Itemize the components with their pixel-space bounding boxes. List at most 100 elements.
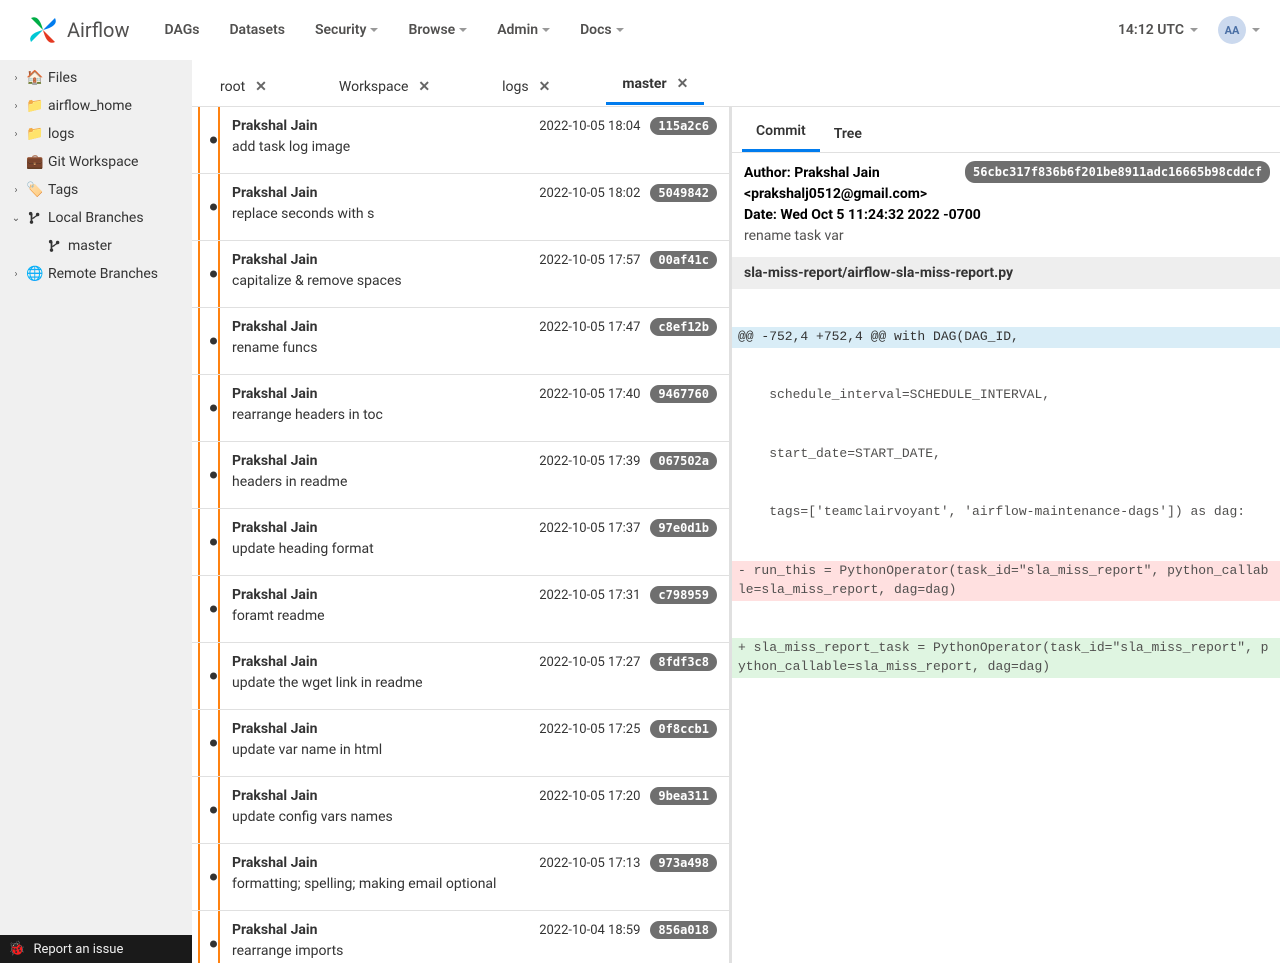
- commit-author: Prakshal Jain: [232, 386, 529, 402]
- commit-message: add task log image: [232, 139, 717, 155]
- diff-line-added: + sla_miss_report_task = PythonOperator(…: [732, 638, 1280, 678]
- commit-message: replace seconds with s: [232, 206, 717, 222]
- commit-message: rearrange imports: [232, 943, 717, 959]
- commit-hash-badge: 0f8ccb1: [650, 720, 717, 738]
- top-navbar: Airflow DAGs Datasets Security Browse Ad…: [0, 0, 1280, 60]
- commit-graph-gutter: [192, 442, 232, 508]
- commit-author: Prakshal Jain: [232, 319, 529, 335]
- diff-hunk-header: @@ -752,4 +752,4 @@ with DAG(DAG_ID,: [732, 327, 1280, 348]
- report-issue-button[interactable]: 🐞 Report an issue: [0, 935, 192, 963]
- caret-down-icon: [1190, 28, 1198, 32]
- nav-admin[interactable]: Admin: [497, 22, 550, 38]
- commit-hash-badge: c798959: [650, 586, 717, 604]
- commit-graph-gutter: [192, 844, 232, 910]
- nav-browse[interactable]: Browse: [408, 22, 467, 38]
- breadcrumb-tab-master[interactable]: master ✕: [606, 64, 704, 105]
- globe-icon: 🌐: [26, 266, 44, 282]
- commit-row[interactable]: Prakshal Jain2022-10-05 17:13973a498form…: [192, 844, 729, 911]
- server-time[interactable]: 14:12 UTC: [1118, 22, 1198, 38]
- sidebar-item-label: Remote Branches: [48, 266, 158, 282]
- diff-file-header[interactable]: sla-miss-report/airflow-sla-miss-report.…: [732, 257, 1280, 289]
- commit-metadata: 56cbc317f836b6f201be8911adc16665b98cddcf…: [732, 153, 1280, 257]
- nav-security[interactable]: Security: [315, 22, 379, 38]
- commit-row[interactable]: Prakshal Jain2022-10-05 18:025049842repl…: [192, 174, 729, 241]
- commit-date: 2022-10-04 18:59: [539, 923, 640, 938]
- commit-message: foramt readme: [232, 608, 717, 624]
- sidebar-item-airflow-home[interactable]: › 📁 airflow_home: [0, 92, 192, 120]
- sidebar-item-git-workspace[interactable]: 💼 Git Workspace: [0, 148, 192, 176]
- commit-author: Prakshal Jain: [232, 922, 529, 938]
- branch-icon: [46, 239, 64, 253]
- diff-line-context: start_date=START_DATE,: [732, 444, 1280, 465]
- commit-node-icon: [210, 740, 217, 747]
- commit-row[interactable]: Prakshal Jain2022-10-05 17:278fdf3c8upda…: [192, 643, 729, 710]
- folder-icon: 📁: [26, 126, 44, 142]
- diff-tab-commit[interactable]: Commit: [742, 111, 820, 152]
- commit-row[interactable]: Prakshal Jain2022-10-05 18:04115a2c6add …: [192, 107, 729, 174]
- diff-tabs: Commit Tree: [732, 107, 1280, 153]
- close-icon[interactable]: ✕: [677, 76, 689, 92]
- nav-dags[interactable]: DAGs: [164, 22, 199, 38]
- close-icon[interactable]: ✕: [418, 79, 430, 95]
- commit-author: Prakshal Jain: [232, 520, 529, 536]
- commit-hash-badge: 8fdf3c8: [650, 653, 717, 671]
- commit-row[interactable]: Prakshal Jain2022-10-05 17:5700af41ccapi…: [192, 241, 729, 308]
- commit-message: update heading format: [232, 541, 717, 557]
- nav-datasets[interactable]: Datasets: [229, 22, 285, 38]
- commit-hash-badge: 856a018: [650, 921, 717, 939]
- sidebar-item-label: master: [68, 238, 112, 254]
- sidebar-item-tags[interactable]: › 🏷️ Tags: [0, 176, 192, 204]
- brand-logo[interactable]: Airflow: [25, 12, 129, 48]
- commit-graph-gutter: [192, 643, 232, 709]
- commit-graph-gutter: [192, 174, 232, 240]
- close-icon[interactable]: ✕: [255, 79, 267, 95]
- commit-message: rename task var: [744, 226, 1268, 247]
- bug-icon: 🐞: [8, 941, 25, 957]
- commit-row[interactable]: Prakshal Jain2022-10-05 17:409467760rear…: [192, 375, 729, 442]
- commit-row[interactable]: Prakshal Jain 2022-10-05 17:37 97e0d1b upda…: [192, 509, 729, 576]
- commit-hash-badge: 97e0d1b: [650, 519, 717, 537]
- tab-label: logs: [502, 79, 528, 95]
- commit-hash-badge: 5049842: [650, 184, 717, 202]
- breadcrumb-tab-workspace[interactable]: Workspace ✕: [323, 67, 446, 105]
- chevron-down-icon: ⌄: [10, 213, 22, 224]
- commit-row[interactable]: Prakshal Jain2022-10-05 17:31c798959fora…: [192, 576, 729, 643]
- commit-graph-gutter: [192, 241, 232, 307]
- breadcrumb-tab-root[interactable]: root ✕: [204, 67, 283, 105]
- commit-hash-badge: c8ef12b: [650, 318, 717, 336]
- user-avatar[interactable]: AA: [1218, 16, 1246, 44]
- commit-row[interactable]: Prakshal Jain 2022-10-04 18:59 856a018 rear…: [192, 911, 729, 963]
- sidebar-item-remote-branches[interactable]: › 🌐 Remote Branches: [0, 260, 192, 288]
- commit-date: 2022-10-05 17:20: [539, 789, 640, 804]
- commit-graph-gutter: [192, 107, 232, 173]
- caret-down-icon: [542, 28, 550, 32]
- nav-docs[interactable]: Docs: [580, 22, 624, 38]
- close-icon[interactable]: ✕: [539, 79, 551, 95]
- breadcrumb-tabs: root ✕ Workspace ✕ logs ✕ master ✕: [192, 60, 1280, 106]
- commit-list[interactable]: Prakshal Jain2022-10-05 18:04115a2c6add …: [192, 107, 732, 963]
- report-issue-label: Report an issue: [33, 942, 123, 957]
- commit-row[interactable]: Prakshal Jain2022-10-05 17:209bea311upda…: [192, 777, 729, 844]
- commit-row[interactable]: Prakshal Jain2022-10-05 17:39067502ahead…: [192, 442, 729, 509]
- commit-date: 2022-10-05 17:37: [539, 521, 640, 536]
- commit-node-icon: [210, 874, 217, 881]
- commit-graph-gutter: [192, 911, 232, 963]
- sidebar-item-local-branches[interactable]: ⌄ Local Branches: [0, 204, 192, 232]
- commit-hash-badge: 9467760: [650, 385, 717, 403]
- sidebar-item-branch-master[interactable]: master: [0, 232, 192, 260]
- commit-row[interactable]: Prakshal Jain2022-10-05 17:250f8ccb1upda…: [192, 710, 729, 777]
- chevron-right-icon: ›: [10, 129, 22, 140]
- sidebar-item-label: Local Branches: [48, 210, 144, 226]
- commit-node-icon: [210, 472, 217, 479]
- breadcrumb-tab-logs[interactable]: logs ✕: [486, 67, 566, 105]
- commit-message: rename funcs: [232, 340, 717, 356]
- sidebar-item-logs[interactable]: › 📁 logs: [0, 120, 192, 148]
- commit-message: headers in readme: [232, 474, 717, 490]
- tab-label: Workspace: [339, 79, 409, 95]
- commit-row[interactable]: Prakshal Jain2022-10-05 17:47c8ef12brena…: [192, 308, 729, 375]
- sidebar-item-files[interactable]: › 🏠 Files: [0, 64, 192, 92]
- diff-tab-tree[interactable]: Tree: [820, 114, 876, 152]
- commit-author: Prakshal Jain: [232, 453, 529, 469]
- briefcase-icon: 💼: [26, 154, 44, 170]
- commit-date: 2022-10-05 17:39: [539, 454, 640, 469]
